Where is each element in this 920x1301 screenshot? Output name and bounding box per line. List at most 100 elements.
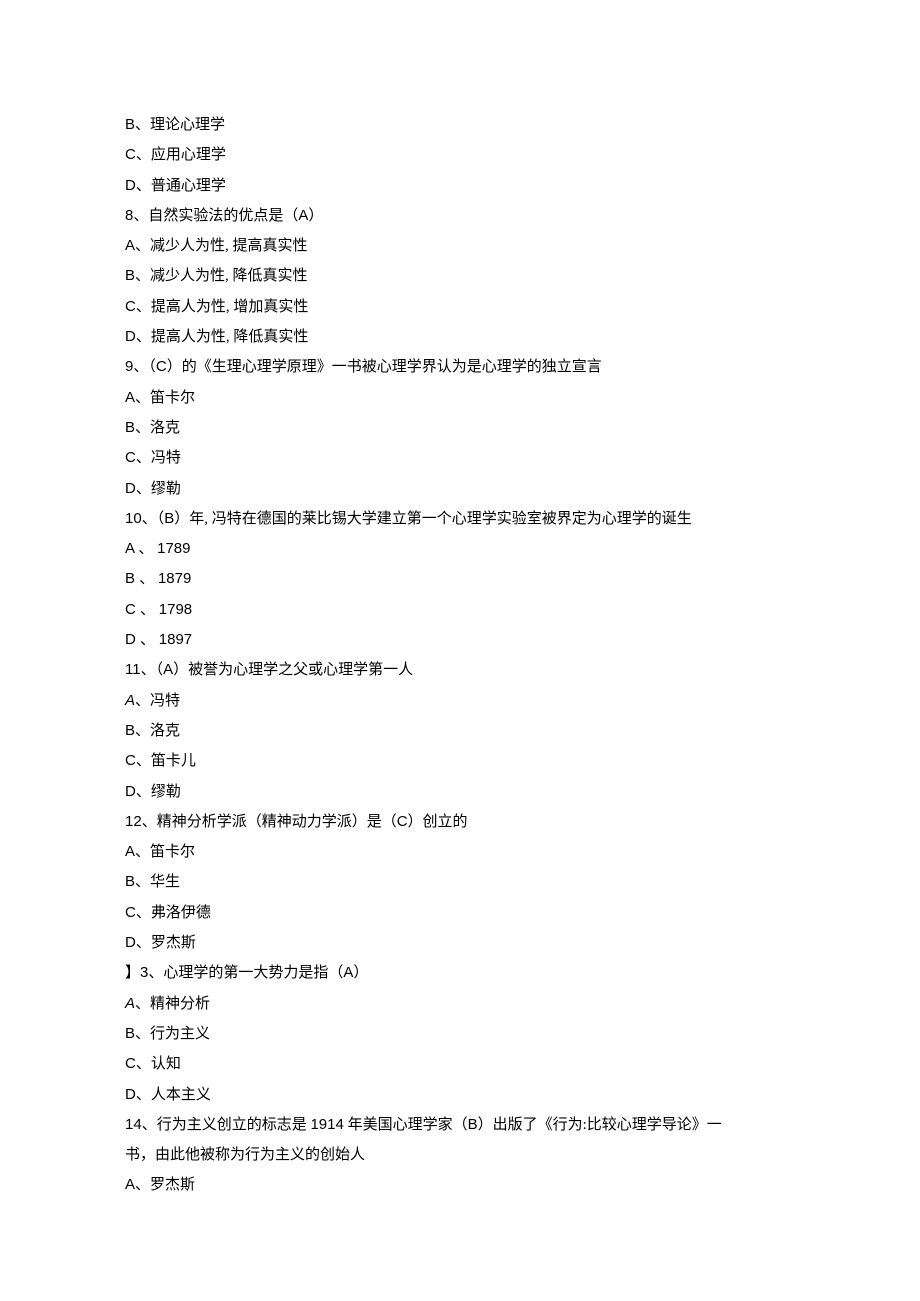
text-line: B、减少人为性, 降低真实性 [125,261,795,291]
text-segment: 、罗杰斯 [136,935,196,951]
text-segment: 、（ [141,662,164,678]
text-segment: 、弗洛伊德 [136,905,211,921]
text-segment: D [125,631,140,648]
text-segment: 】 [125,965,140,981]
text-segment: 14 [125,1116,142,1133]
text-segment: B [125,1025,135,1042]
text-segment: B [125,722,135,739]
text-segment: 、行为主义创立的标志是 [142,1117,311,1133]
text-segment: A [125,995,135,1012]
text-line: 9、（C）的《生理心理学原理》一书被心理学界认为是心理学的独立宣言 [125,352,795,382]
text-line: B、洛克 [125,716,795,746]
text-segment: 、 [140,602,159,618]
text-segment: 1798 [159,601,192,618]
text-segment: A [125,237,135,254]
text-line: A、笛卡尔 [125,383,795,413]
text-segment: 、冯特 [136,450,181,466]
text-segment: C [125,601,140,618]
text-segment: B [468,1116,478,1133]
text-line: 11、（A）被誉为心理学之父或心理学第一人 [125,655,795,685]
text-segment: C [125,904,136,921]
text-segment: D [125,1086,136,1103]
text-line: 书，由此他被称为行为主义的创始人 [125,1140,795,1170]
text-line: C、提高人为性, 增加真实性 [125,292,795,322]
text-segment: 11 [125,661,141,678]
text-segment: C [125,449,136,466]
text-segment: 、（ [133,359,156,375]
text-segment: 、精神分析学派（精神动力学派）是（ [142,814,397,830]
text-segment: C [156,358,167,375]
text-line: C、笛卡儿 [125,746,795,776]
text-line: A、罗杰斯 [125,1170,795,1200]
text-segment: ）年, 冯特在德国的莱比锡大学建立第一个心理学实验室被界定为心理学的诞生 [174,511,692,527]
text-segment: D [125,934,136,951]
text-segment: A [125,540,138,557]
text-segment: 、提高人为性, 降低真实性 [136,329,309,345]
text-line: D、人本主义 [125,1080,795,1110]
text-segment: 1914 [310,1116,343,1133]
text-segment: B [125,267,135,284]
text-line: D 、 1897 [125,625,795,655]
text-segment: 、缪勒 [136,784,181,800]
text-line: A 、 1789 [125,534,795,564]
text-segment: 、人本主义 [136,1087,211,1103]
text-segment: 、应用心理学 [136,147,226,163]
text-segment: 、（ [142,511,165,527]
text-segment: 、笛卡尔 [135,844,195,860]
text-segment: 、提高人为性, 增加真实性 [136,299,309,315]
text-segment: A [343,964,353,981]
text-line: C 、 1798 [125,595,795,625]
text-line: B、行为主义 [125,1019,795,1049]
document-page: B、理论心理学C、应用心理学D、普通心理学8、自然实验法的优点是（A）A、减少人… [0,0,920,1261]
text-segment: A [125,389,135,406]
text-segment: C [397,813,408,830]
text-segment: B [125,419,135,436]
text-segment: 、华生 [135,874,180,890]
text-line: 】3、心理学的第一大势力是指（A） [125,958,795,988]
text-line: 14、行为主义创立的标志是 1914 年美国心理学家（B）出版了《行为:比较心理… [125,1110,795,1140]
text-segment: ）出版了《行为:比较心理学导论》一 [478,1117,722,1133]
text-line: D、提高人为性, 降低真实性 [125,322,795,352]
text-segment: 、理论心理学 [135,117,225,133]
text-line: A、精神分析 [125,989,795,1019]
text-segment: 年美国心理学家（ [344,1117,468,1133]
text-segment: ） [353,965,368,981]
text-line: B、洛克 [125,413,795,443]
text-line: B、理论心理学 [125,110,795,140]
text-segment: 、缪勒 [136,481,181,497]
text-segment: 、笛卡尔 [135,390,195,406]
text-segment: 、心理学的第一大势力是指（ [148,965,343,981]
text-segment: B [125,570,139,587]
text-segment: C [125,1055,136,1072]
text-segment: 、减少人为性, 降低真实性 [135,268,308,284]
text-segment: A [163,661,173,678]
text-segment: 1879 [158,570,191,587]
text-segment: D [125,328,136,345]
text-segment: ）创立的 [408,814,468,830]
text-line: A、冯特 [125,686,795,716]
text-line: C、应用心理学 [125,140,795,170]
text-segment: B [125,873,135,890]
text-line: D、普通心理学 [125,171,795,201]
text-segment: 、减少人为性, 提高真实性 [135,238,308,254]
text-segment: 、自然实验法的优点是（ [133,208,298,224]
text-segment: ） [308,208,323,224]
text-line: A、减少人为性, 提高真实性 [125,231,795,261]
text-segment: B [125,116,135,133]
text-segment: D [125,783,136,800]
text-segment: ）的《生理心理学原理》一书被心理学界认为是心理学的独立宣言 [167,359,602,375]
text-line: B、华生 [125,867,795,897]
text-line: 8、自然实验法的优点是（A） [125,201,795,231]
text-segment: 10 [125,510,142,527]
text-segment: 1897 [159,631,192,648]
text-segment: 、洛克 [135,723,180,739]
text-line: D、缪勒 [125,777,795,807]
text-segment: A [125,1176,135,1193]
text-segment: D [125,177,136,194]
text-segment: A [298,207,308,224]
text-segment: 、认知 [136,1056,181,1072]
text-line: D、罗杰斯 [125,928,795,958]
text-line: D、缪勒 [125,474,795,504]
text-segment: D [125,480,136,497]
text-segment: 、精神分析 [135,996,210,1012]
